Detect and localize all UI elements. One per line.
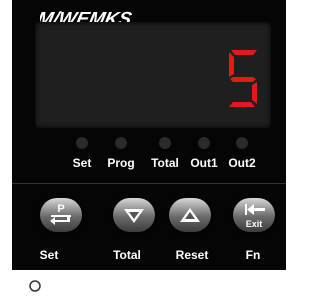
- key-label-fn: Fn: [245, 248, 261, 262]
- up-arrow-icon: [180, 208, 200, 222]
- indicator-label-set: Set: [72, 156, 92, 170]
- reset-key[interactable]: [169, 198, 211, 232]
- controller-panel: M/WEMKS Set Prog Total Out1 Out2 P Exit …: [12, 0, 286, 270]
- svg-text:P: P: [57, 203, 64, 215]
- key-label-total: Total: [113, 248, 141, 262]
- total-key[interactable]: [113, 198, 155, 232]
- led-prog: [115, 137, 127, 149]
- digital-display: [35, 22, 271, 128]
- set-key[interactable]: P: [40, 198, 82, 232]
- indicator-label-total: Total: [151, 156, 179, 170]
- divider: [12, 183, 286, 184]
- key-label-reset: Reset: [175, 248, 209, 262]
- key-label-set: Set: [39, 248, 59, 262]
- indicator-label-out2: Out2: [228, 156, 256, 170]
- program-enter-icon: P: [50, 203, 71, 225]
- led-out1: [198, 137, 210, 149]
- indicator-label-prog: Prog: [107, 156, 135, 170]
- circle-icon: [29, 280, 41, 292]
- fn-key[interactable]: Exit: [233, 198, 275, 232]
- svg-text:Exit: Exit: [246, 219, 263, 229]
- down-arrow-icon: [124, 209, 144, 223]
- display-digit: [229, 50, 257, 107]
- exit-icon: Exit: [245, 204, 265, 229]
- led-set: [76, 137, 88, 149]
- led-total: [159, 137, 171, 149]
- led-out2: [236, 137, 248, 149]
